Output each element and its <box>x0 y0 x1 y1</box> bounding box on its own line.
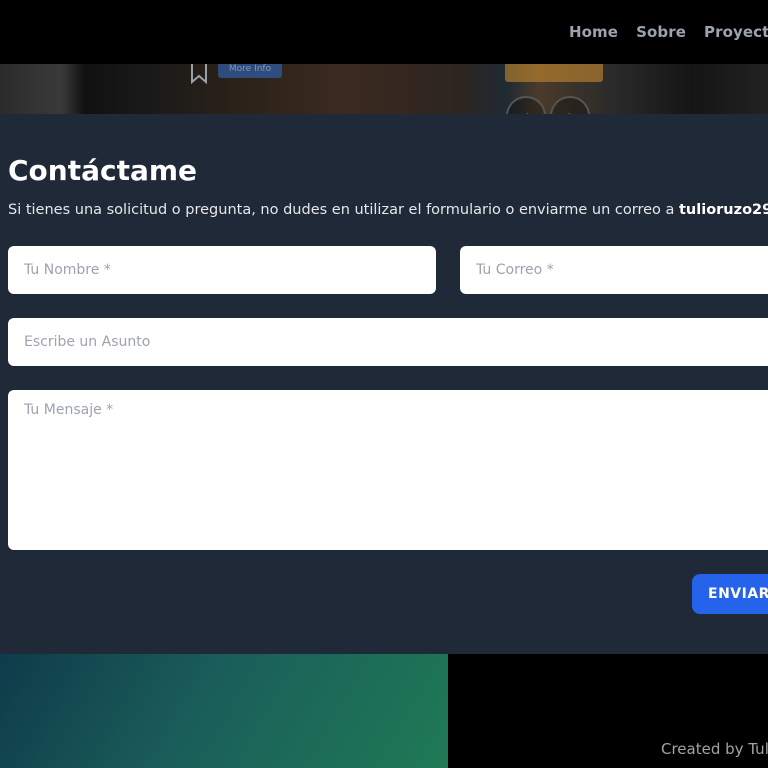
contact-modal: Contáctame Si tienes una solicitud o pre… <box>0 114 768 654</box>
navbar: Home Sobre Proyectos <box>0 0 768 64</box>
nav-link-proyectos[interactable]: Proyectos <box>704 23 768 41</box>
message-textarea[interactable] <box>8 390 768 550</box>
contact-email[interactable]: tulioruzo29@gmail.com <box>679 202 768 218</box>
send-button[interactable]: ENVIAR <box>692 574 768 614</box>
carousel-background <box>0 64 768 114</box>
contact-description-text: Si tienes una solicitud o pregunta, no d… <box>8 202 679 218</box>
page: Home Sobre Proyectos More Info ‹ › Contá… <box>0 0 768 768</box>
name-input[interactable] <box>8 246 436 294</box>
email-input[interactable] <box>460 246 768 294</box>
carousel-thumbnail <box>505 64 603 82</box>
contact-title: Contáctame <box>8 154 198 187</box>
nav-links: Home Sobre Proyectos <box>569 0 768 64</box>
subject-input[interactable] <box>8 318 768 366</box>
contact-description: Si tienes una solicitud o pregunta, no d… <box>8 202 768 218</box>
project-image-background <box>0 654 448 768</box>
bookmark-icon[interactable] <box>189 62 209 84</box>
footer-credit: Created by Tulio <box>661 740 768 758</box>
nav-link-sobre[interactable]: Sobre <box>636 23 686 41</box>
nav-link-home[interactable]: Home <box>569 23 618 41</box>
